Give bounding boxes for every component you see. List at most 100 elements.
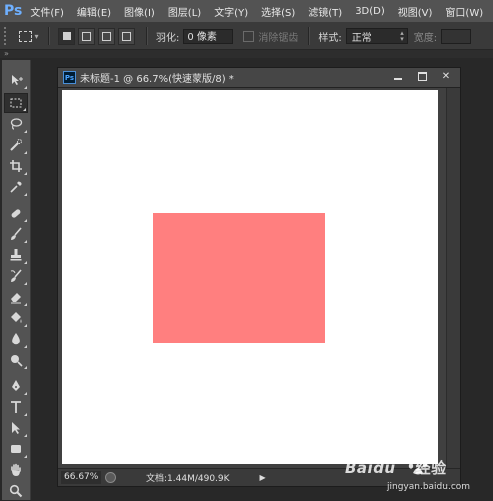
type-icon (11, 401, 21, 413)
menu-window[interactable]: 窗口(W) (445, 4, 483, 19)
dodge-icon (11, 355, 23, 367)
intersect-selection-icon (122, 31, 131, 41)
lasso-tool[interactable] (4, 114, 28, 134)
menu-edit[interactable]: 编辑(E) (77, 4, 111, 19)
quick-select-icon (10, 139, 22, 151)
menu-view[interactable]: 视图(V) (398, 4, 433, 19)
eyedropper-tool[interactable] (4, 177, 28, 197)
quick-select-tool[interactable] (4, 135, 28, 155)
move-icon (12, 75, 23, 85)
document-title: 未标题-1 @ 66.7%(快速蒙版/8) * (80, 74, 234, 85)
menu-layer[interactable]: 图层(L) (168, 4, 201, 19)
style-label: 样式: (318, 32, 342, 44)
path-selection-tool[interactable] (4, 418, 28, 438)
subtract-selection-icon (102, 31, 111, 41)
tool-preset-picker[interactable]: ▾ (18, 27, 40, 45)
divider (308, 27, 311, 45)
menu-image[interactable]: 图像(I) (124, 4, 155, 19)
document-title-bar[interactable]: Ps 未标题-1 @ 66.7%(快速蒙版/8) * ✕ (58, 68, 460, 88)
minimize-icon (394, 78, 402, 80)
shape-tool[interactable] (4, 439, 28, 459)
feather-label: 羽化: (156, 32, 180, 44)
dodge-tool[interactable] (4, 350, 28, 370)
zoom-level-field[interactable]: 66.67% (61, 471, 101, 484)
maximize-icon (417, 72, 427, 81)
new-selection-button[interactable] (58, 27, 75, 45)
intersect-selection-button[interactable] (118, 27, 135, 45)
type-tool[interactable] (4, 397, 28, 417)
width-input[interactable] (441, 28, 472, 44)
document-size-info: 文档:1.44M/490.9K (146, 474, 230, 484)
eraser-tool[interactable] (4, 287, 28, 307)
antialias-label: 消除锯齿 (258, 32, 299, 44)
crop-icon (10, 160, 22, 172)
new-selection-icon (62, 32, 71, 40)
blur-icon (12, 333, 20, 345)
history-brush-icon (10, 269, 22, 282)
maximize-button[interactable] (410, 69, 434, 84)
tools-panel (2, 60, 31, 500)
hand-tool[interactable] (4, 460, 28, 480)
menu-type[interactable]: 文字(Y) (214, 4, 248, 19)
eraser-icon (11, 293, 21, 304)
subtract-from-selection-button[interactable] (98, 27, 115, 45)
ps-document-icon: Ps (63, 71, 76, 84)
width-label: 宽度: (413, 32, 438, 44)
feather-input[interactable]: 0 像素 (183, 28, 234, 44)
clone-stamp-tool[interactable] (4, 245, 28, 265)
baidu-jingyan-watermark: Baidu 经验 jingyan.baidu.com (335, 455, 491, 498)
paw-icon (408, 456, 428, 475)
path-select-icon (12, 422, 20, 434)
eyedropper-icon (10, 181, 22, 193)
antialias-checkbox[interactable] (243, 30, 255, 42)
quick-mask-rectangle (153, 213, 325, 343)
select-arrows-icon: ▴ ▾ (400, 29, 404, 43)
status-info-icon[interactable] (105, 472, 116, 483)
style-select-value: 正常 (351, 32, 372, 44)
menu-select[interactable]: 选择(S) (261, 4, 295, 19)
chevron-down-icon: ▾ (34, 31, 39, 41)
watermark-url: jingyan.baidu.com (387, 482, 471, 492)
healing-brush-icon (11, 209, 21, 218)
close-icon: ✕ (441, 71, 451, 82)
zoom-icon (9, 484, 23, 498)
marquee-tool[interactable] (4, 93, 28, 113)
crop-tool[interactable] (4, 156, 28, 176)
menu-3d[interactable]: 3D(D) (355, 6, 385, 17)
pen-icon (12, 380, 20, 391)
history-brush-tool[interactable] (4, 266, 28, 286)
divider (146, 27, 148, 45)
options-grip[interactable] (4, 27, 10, 45)
menu-file[interactable]: 文件(F) (30, 4, 64, 19)
minimize-button[interactable] (386, 69, 410, 84)
collapse-panels-icon[interactable]: » (4, 49, 9, 58)
healing-brush-tool[interactable] (4, 203, 28, 223)
marquee-icon (10, 98, 22, 108)
add-to-selection-button[interactable] (78, 27, 95, 45)
marquee-preset-icon (19, 30, 33, 42)
paint-bucket-icon (11, 312, 22, 323)
pen-tool[interactable] (4, 376, 28, 396)
status-menu-arrow-icon[interactable]: ▶ (260, 473, 266, 482)
menu-bar: Ps 文件(F) 编辑(E) 图像(I) 图层(L) 文字(Y) 选择(S) 滤… (0, 0, 493, 23)
photoshop-logo-icon: Ps (4, 3, 23, 19)
panel-header-strip: » (0, 49, 493, 58)
move-tool[interactable] (4, 70, 28, 90)
vertical-scrollbar[interactable] (446, 88, 460, 468)
divider (48, 27, 50, 45)
menu-filter[interactable]: 滤镜(T) (308, 4, 342, 19)
style-select[interactable]: 正常 ▴ ▾ (345, 28, 408, 44)
close-button[interactable]: ✕ (434, 69, 458, 84)
zoom-tool[interactable] (4, 481, 28, 501)
shape-icon (11, 445, 21, 453)
paint-bucket-tool[interactable] (4, 308, 28, 328)
hand-icon (11, 463, 21, 476)
document-window: Ps 未标题-1 @ 66.7%(快速蒙版/8) * ✕ 66.67% 文档:1… (57, 67, 461, 487)
document-canvas[interactable] (62, 90, 438, 464)
brush-tool[interactable] (4, 224, 28, 244)
options-bar: ▾ 羽化: 0 像素 消除锯齿 样式: 正常 ▴ ▾ 宽度: (0, 23, 493, 50)
blur-tool[interactable] (4, 329, 28, 349)
window-controls: ✕ (386, 69, 458, 84)
lasso-icon (10, 118, 23, 130)
canvas-area (58, 88, 446, 468)
